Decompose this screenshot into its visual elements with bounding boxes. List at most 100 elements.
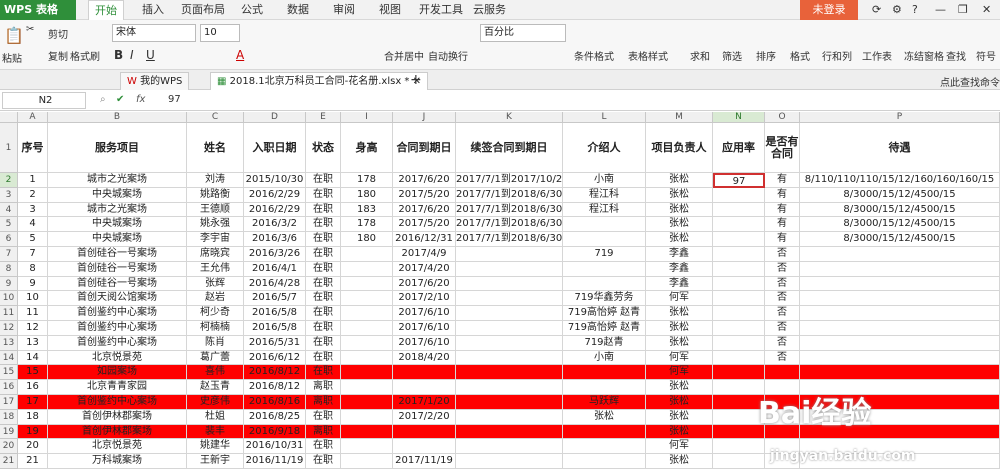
table-cell[interactable]: 2016/5/8: [244, 306, 306, 321]
table-cell[interactable]: 赵玉青: [187, 380, 244, 395]
column-title[interactable]: 项目负责人: [646, 123, 713, 173]
table-cell[interactable]: [800, 306, 1000, 321]
table-cell[interactable]: 2016/8/12: [244, 380, 306, 395]
table-cell[interactable]: 在职: [306, 276, 341, 292]
table-cell[interactable]: 陈肖: [187, 335, 244, 351]
table-cell[interactable]: [713, 306, 765, 321]
table-cell[interactable]: 3: [18, 202, 48, 218]
table-cell[interactable]: 李鑫: [646, 247, 713, 262]
table-cell[interactable]: 2016/3/6: [244, 232, 306, 247]
table-cell[interactable]: [713, 276, 765, 292]
table-cell[interactable]: 张松: [646, 424, 713, 440]
table-cell[interactable]: [456, 395, 563, 410]
table-cell[interactable]: 2017/7/1到2018/6/30: [456, 217, 563, 233]
table-cell[interactable]: 李鑫: [646, 261, 713, 277]
table-cell[interactable]: 2016/9/18: [244, 424, 306, 440]
table-cell[interactable]: 8/3000/15/12/4500/15: [800, 232, 1000, 247]
table-cell[interactable]: 2017/11/19: [393, 454, 456, 469]
table-cell[interactable]: 离职: [306, 395, 341, 410]
table-cell[interactable]: 2016/5/7: [244, 291, 306, 307]
table-cell[interactable]: 张松: [646, 202, 713, 218]
table-cell[interactable]: 2016/8/16: [244, 395, 306, 410]
table-cell[interactable]: 否: [765, 335, 800, 351]
table-cell[interactable]: 喜伟: [187, 365, 244, 381]
table-cell[interactable]: 有: [765, 202, 800, 218]
table-cell[interactable]: [713, 365, 765, 381]
table-cell[interactable]: 14: [18, 350, 48, 366]
row-header[interactable]: 8: [0, 261, 18, 277]
table-cell[interactable]: 2017/6/20: [393, 276, 456, 292]
row-header[interactable]: 15: [0, 365, 18, 381]
column-header-L[interactable]: L: [563, 112, 646, 123]
table-cell[interactable]: 首创鉴约中心案场: [48, 321, 187, 336]
table-cell[interactable]: 2017/1/20: [393, 395, 456, 410]
table-cell[interactable]: [800, 291, 1000, 307]
table-cell[interactable]: 180: [341, 187, 393, 203]
column-header-A[interactable]: A: [18, 112, 48, 123]
number-format-select[interactable]: 百分比: [480, 24, 566, 42]
table-cell[interactable]: 1: [18, 173, 48, 188]
fx-icon[interactable]: fx: [136, 94, 145, 105]
table-cell[interactable]: 19: [18, 424, 48, 440]
table-cell[interactable]: [456, 439, 563, 455]
font-color-icon[interactable]: A: [236, 48, 244, 62]
table-style-button[interactable]: 表格样式: [628, 48, 668, 63]
table-cell[interactable]: [341, 335, 393, 351]
column-title[interactable]: 身高: [341, 123, 393, 173]
column-title[interactable]: 待遇: [800, 123, 1000, 173]
help-icon[interactable]: ?: [912, 0, 918, 20]
column-header-P[interactable]: P: [800, 112, 1000, 123]
column-header-I[interactable]: I: [341, 112, 393, 123]
menu-cloud[interactable]: 云服务: [473, 0, 506, 20]
table-cell[interactable]: 有: [765, 173, 800, 188]
table-cell[interactable]: 张松: [646, 321, 713, 336]
column-header-O[interactable]: O: [765, 112, 800, 123]
table-cell[interactable]: 2016/2/29: [244, 202, 306, 218]
table-cell[interactable]: 2017/6/20: [393, 202, 456, 218]
table-cell[interactable]: 2016/10/31: [244, 439, 306, 455]
table-cell[interactable]: [713, 454, 765, 469]
table-cell[interactable]: [456, 380, 563, 395]
cut-icon[interactable]: ✂: [26, 24, 34, 35]
table-cell[interactable]: 20: [18, 439, 48, 455]
table-cell[interactable]: [341, 395, 393, 410]
table-cell[interactable]: 小南: [563, 173, 646, 188]
table-cell[interactable]: 张松: [646, 306, 713, 321]
formula-input[interactable]: 97: [168, 94, 181, 105]
table-cell[interactable]: [341, 380, 393, 395]
font-size-select[interactable]: 10: [200, 24, 240, 42]
table-cell[interactable]: [800, 335, 1000, 351]
table-cell[interactable]: 姚建华: [187, 439, 244, 455]
row-header[interactable]: 17: [0, 395, 18, 410]
table-cell[interactable]: 178: [341, 217, 393, 233]
table-cell[interactable]: 8/3000/15/12/4500/15: [800, 187, 1000, 203]
table-cell[interactable]: 11: [18, 306, 48, 321]
tab-my-wps[interactable]: W 我的WPS: [120, 72, 190, 90]
format-painter-button[interactable]: 格式刷: [70, 48, 100, 63]
table-cell[interactable]: 2016/3/26: [244, 247, 306, 262]
menu-developer[interactable]: 开发工具: [419, 0, 463, 20]
table-cell[interactable]: [713, 202, 765, 218]
table-cell[interactable]: [713, 335, 765, 351]
table-cell[interactable]: [800, 350, 1000, 366]
table-cell[interactable]: 10: [18, 291, 48, 307]
table-cell[interactable]: 2017/5/20: [393, 187, 456, 203]
table-cell[interactable]: 2016/11/19: [244, 454, 306, 469]
table-cell[interactable]: [563, 424, 646, 440]
row-header[interactable]: 10: [0, 291, 18, 307]
cut-button[interactable]: 剪切: [48, 26, 68, 41]
row-header[interactable]: 20: [0, 439, 18, 455]
table-cell[interactable]: 180: [341, 232, 393, 247]
table-cell[interactable]: 离职: [306, 424, 341, 440]
table-cell[interactable]: 2017/6/10: [393, 321, 456, 336]
table-cell[interactable]: 2016/5/8: [244, 321, 306, 336]
table-cell[interactable]: 张松: [646, 380, 713, 395]
table-cell[interactable]: 有: [765, 217, 800, 233]
table-cell[interactable]: 张松: [646, 395, 713, 410]
table-cell[interactable]: 否: [765, 291, 800, 307]
paste-icon[interactable]: 📋: [4, 26, 24, 45]
table-cell[interactable]: 2017/7/1到2018/6/30: [456, 187, 563, 203]
row-header[interactable]: 1: [0, 123, 18, 173]
table-cell[interactable]: 2016/4/28: [244, 276, 306, 292]
table-cell[interactable]: 马跃辉: [563, 395, 646, 410]
